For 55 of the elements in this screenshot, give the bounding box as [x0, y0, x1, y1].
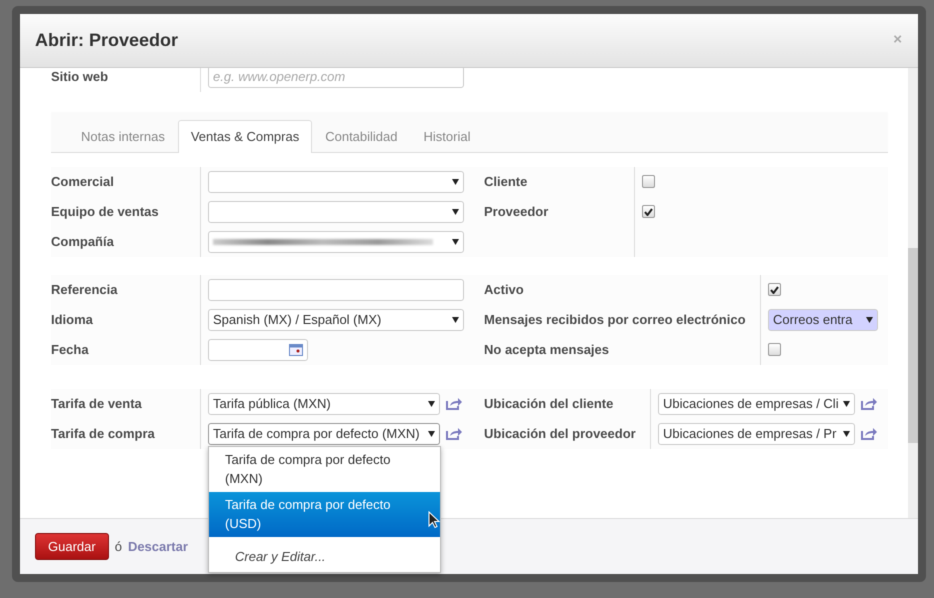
caret-icon [452, 178, 459, 185]
select-field[interactable]: Ubicaciones de empresas / Pr [658, 422, 855, 444]
field-label: No acepta mensajes [484, 340, 610, 359]
select-field[interactable]: Ubicaciones de empresas / Cli [658, 392, 855, 414]
dropdown-option[interactable]: Tarifa de compra por defecto (MXN) [209, 446, 440, 492]
field-label: Mensajes recibidos por correo electrónico [484, 310, 746, 329]
field-label: Equipo de ventas [51, 202, 159, 221]
select-field[interactable]: Tarifa de compra por defecto (MXN) [208, 422, 440, 444]
field-label: Sitio web [51, 68, 110, 86]
select-field[interactable]: Correos entra [768, 308, 878, 330]
caret-icon [452, 316, 459, 323]
field-label: Comercial [51, 172, 114, 191]
field-label: Ubicación del cliente [484, 394, 614, 413]
scrollbar[interactable] [908, 68, 918, 518]
caret-icon [452, 208, 459, 215]
external-link-icon[interactable] [446, 397, 462, 410]
scrollbar-thumb[interactable] [908, 248, 918, 443]
checkbox[interactable] [642, 205, 655, 218]
select-field[interactable] [208, 170, 464, 192]
external-link-icon[interactable] [861, 397, 877, 410]
dropdown-option[interactable]: Tarifa de compra por defecto (USD) [209, 492, 440, 536]
field-label: Ubicación del proveedor [484, 424, 636, 443]
field-label: Tarifa de compra [51, 424, 155, 443]
calendar-icon[interactable] [289, 344, 303, 356]
caret-icon [866, 316, 873, 323]
tab[interactable]: Ventas & Compras [178, 120, 312, 152]
caret-icon [843, 400, 850, 407]
caret-icon [843, 430, 850, 437]
or-text: ó [114, 538, 122, 556]
select-field[interactable]: Spanish (MX) / Español (MX) [208, 308, 464, 330]
field-label: Tarifa de venta [51, 394, 142, 413]
save-button[interactable]: Guardar [35, 532, 109, 560]
field-label: Activo [484, 280, 524, 299]
select-field[interactable]: Tarifa pública (MXN) [208, 392, 440, 414]
text-field[interactable] [208, 278, 464, 300]
select-field[interactable] [208, 230, 464, 252]
dialog-title: Abrir: Proveedor [35, 29, 178, 52]
checkbox[interactable] [768, 283, 781, 296]
checkbox[interactable] [642, 175, 655, 188]
caret-icon [428, 430, 435, 437]
caret-icon [428, 400, 435, 407]
discard-link[interactable]: Descartar [128, 536, 188, 556]
caret-icon [452, 238, 459, 245]
field-label: Idioma [51, 310, 93, 329]
select-field[interactable] [208, 200, 464, 222]
checkbox[interactable] [768, 343, 781, 356]
field-label: Compañía [51, 232, 114, 251]
external-link-icon[interactable] [446, 427, 462, 440]
field-label: Proveedor [484, 202, 548, 221]
date-field[interactable] [208, 338, 308, 360]
field-label: Fecha [51, 340, 89, 359]
field-label: Cliente [484, 172, 528, 191]
external-link-icon[interactable] [861, 427, 877, 440]
create-and-edit-option[interactable]: Crear y Editar... [209, 536, 440, 572]
field-label: Referencia [51, 280, 118, 299]
